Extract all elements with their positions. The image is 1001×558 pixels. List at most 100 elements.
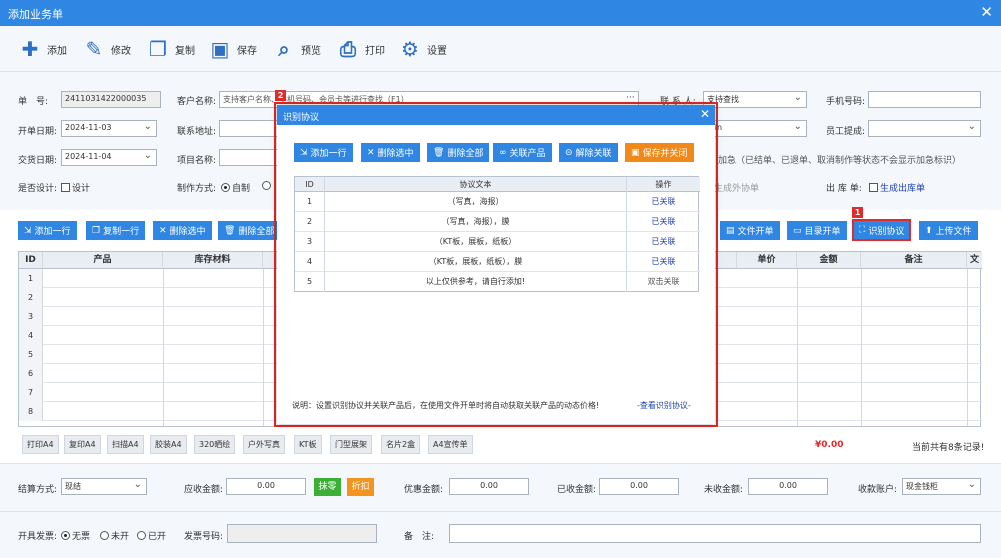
receivable-input[interactable]: 0.00 <box>226 478 306 495</box>
quick-tag[interactable]: 户外写真 <box>243 435 285 454</box>
link-status[interactable]: 双击关联 <box>627 272 700 292</box>
project-label: 项目名称: <box>177 156 217 166</box>
admin-select[interactable]: min <box>703 120 807 137</box>
add-row-icon: ⇲ <box>300 147 308 158</box>
toolbar-preview-button[interactable]: ⌕ 预览 <box>272 34 321 64</box>
toolbar-edit-button[interactable]: ✎ 修改 <box>82 34 131 64</box>
row-id: 6 <box>19 364 43 383</box>
copy-row-button[interactable]: ❐ 复制一行 <box>86 221 146 240</box>
col-header-amount: 金额 <box>797 252 861 269</box>
link-status[interactable]: 已关联 <box>627 252 700 272</box>
invoice-issued-radio[interactable]: 已开 <box>137 529 166 542</box>
upload-icon: ⬆ <box>925 225 933 236</box>
total-amount: ¥0.00 <box>815 440 844 450</box>
row-id: 3 <box>19 307 43 326</box>
make-self-radio[interactable]: 自制 <box>221 181 250 194</box>
settle-method-select[interactable]: 现结 <box>61 478 147 495</box>
main-toolbar: ✚ 添加 ✎ 修改 ❐ 复制 ▣ 保存 ⌕ 预览 ⎙ 打印 ⚙ 设置 <box>0 26 1001 72</box>
upload-file-button[interactable]: ⬆ 上传文件 <box>919 221 978 240</box>
deliver-date-picker[interactable]: 2024-11-04 <box>61 149 157 166</box>
folder-order-button[interactable]: ▭ 目录开单 <box>787 221 847 240</box>
remark-input[interactable] <box>449 524 981 543</box>
address-input[interactable] <box>219 120 279 137</box>
outstock-label: 出 库 单: <box>826 184 862 194</box>
row-id: 2 <box>19 288 43 307</box>
outsource-option[interactable]: 生成外协单 <box>714 181 759 194</box>
toolbar-settings-button[interactable]: ⚙ 设置 <box>398 34 447 64</box>
link-icon: ∞ <box>499 147 507 158</box>
staff-commission-label: 员工提成: <box>826 127 866 137</box>
link-status[interactable]: 已关联 <box>627 212 700 232</box>
urgent-note[interactable]: 加急（已结单、已退单、取消制作等状态不会显示加急标识） <box>718 153 961 166</box>
received-input[interactable]: 0.00 <box>599 478 679 495</box>
quick-tag[interactable]: A4宣传单 <box>428 435 473 454</box>
invoice-pending-radio[interactable]: 未开 <box>100 529 129 542</box>
link-status[interactable]: 已关联 <box>627 232 700 252</box>
dialog-link-product-button[interactable]: ∞ 关联产品 <box>493 143 552 162</box>
round-off-button[interactable]: 抹零 <box>314 478 341 496</box>
dialog-delete-all-button[interactable]: 🗑 删除全部 <box>427 143 490 162</box>
table-row[interactable]: 1 （写真，海报） 已关联 <box>295 192 700 212</box>
account-select[interactable]: 现金钱柜 <box>902 478 981 495</box>
toolbar-copy-button[interactable]: ❐ 复制 <box>146 34 195 64</box>
order-no-label: 单 号: <box>18 97 49 107</box>
discount-amount-input[interactable]: 0.00 <box>449 478 529 495</box>
dialog-title: 识别协议 <box>283 113 320 123</box>
recognize-protocol-button[interactable]: ⛶ 识别协议 <box>852 219 912 241</box>
table-row[interactable]: 4 （KT板，展板，纸板），膜 已关联 <box>295 252 700 272</box>
toolbar-print-button[interactable]: ⎙ 打印 <box>336 34 385 64</box>
delete-selected-button[interactable]: ✕ 删除选中 <box>153 221 212 240</box>
file-order-button[interactable]: ▤ 文件开单 <box>720 221 780 240</box>
protocol-table: ID 协议文本 操作 1 （写真，海报） 已关联 2 （写真，海报），膜 已关联 3 （K… <box>294 176 700 292</box>
quick-tag[interactable]: 打印A4 <box>22 435 59 454</box>
quick-tag[interactable]: 胶装A4 <box>150 435 187 454</box>
view-protocol-link[interactable]: -查看识别协议- <box>637 400 691 411</box>
delete-all-button[interactable]: 🗑 删除全部 <box>218 221 281 240</box>
table-row[interactable]: 3 （KT板，展板，纸板） 已关联 <box>295 232 700 252</box>
row-id: 4 <box>295 252 325 272</box>
col-header-protocol-text: 协议文本 <box>325 177 627 192</box>
quick-tag[interactable]: 320晒绘 <box>194 435 236 454</box>
dialog-unlink-button[interactable]: ⊝ 解除关联 <box>559 143 618 162</box>
open-date-picker[interactable]: 2024-11-03 <box>61 120 157 137</box>
col-divider <box>263 269 264 426</box>
contact-select[interactable]: 支持查找 <box>703 91 807 108</box>
quick-tag[interactable]: 名片2盒 <box>381 435 421 454</box>
copy-row-icon: ❐ <box>92 225 101 236</box>
project-input[interactable] <box>219 149 279 166</box>
discount-amount-label: 优惠金额: <box>404 485 444 495</box>
quick-tag[interactable]: 复印A4 <box>64 435 101 454</box>
toolbar-save-button[interactable]: ▣ 保存 <box>208 34 257 64</box>
phone-input[interactable] <box>868 91 981 108</box>
radio-icon <box>221 183 230 192</box>
table-row[interactable]: 5 以上仅供参考，请自行添加! 双击关联 <box>295 272 700 292</box>
checkbox-icon <box>869 183 878 192</box>
discount-button[interactable]: 折扣 <box>347 478 374 496</box>
dialog-close-button[interactable]: ✕ <box>700 107 710 121</box>
window-close-button[interactable]: ✕ <box>980 3 993 21</box>
col-divider <box>797 269 798 426</box>
quick-tag[interactable]: KT板 <box>294 435 322 454</box>
dialog-save-close-button[interactable]: ▣ 保存并关闭 <box>625 143 694 162</box>
unpaid-input[interactable]: 0.00 <box>748 478 828 495</box>
make-other-radio[interactable] <box>262 181 273 192</box>
quick-tag[interactable]: 门型展架 <box>330 435 372 454</box>
design-checkbox[interactable]: 设计 <box>61 181 90 194</box>
invoice-none-radio[interactable]: 无票 <box>61 529 90 542</box>
table-row[interactable]: 2 （写真，海报），膜 已关联 <box>295 212 700 232</box>
folder-icon: ▭ <box>793 225 802 236</box>
col-header-product: 产品 <box>43 252 163 269</box>
dialog-delete-selected-button[interactable]: ✕ 删除选中 <box>361 143 420 162</box>
dialog-add-row-button[interactable]: ⇲ 添加一行 <box>294 143 353 162</box>
trash-icon: 🗑 <box>433 147 445 158</box>
scan-icon: ⛶ <box>859 225 866 235</box>
remark-label: 备 注: <box>404 532 435 542</box>
invoice-number-input[interactable] <box>227 524 377 543</box>
design-label: 是否设计: <box>18 184 58 194</box>
outstock-checkbox[interactable]: 生成出库单 <box>869 181 925 194</box>
quick-tag[interactable]: 扫描A4 <box>107 435 144 454</box>
toolbar-add-button[interactable]: ✚ 添加 <box>18 34 67 64</box>
add-row-button[interactable]: ⇲ 添加一行 <box>18 221 77 240</box>
link-status[interactable]: 已关联 <box>627 192 700 212</box>
staff-commission-select[interactable] <box>868 120 981 137</box>
